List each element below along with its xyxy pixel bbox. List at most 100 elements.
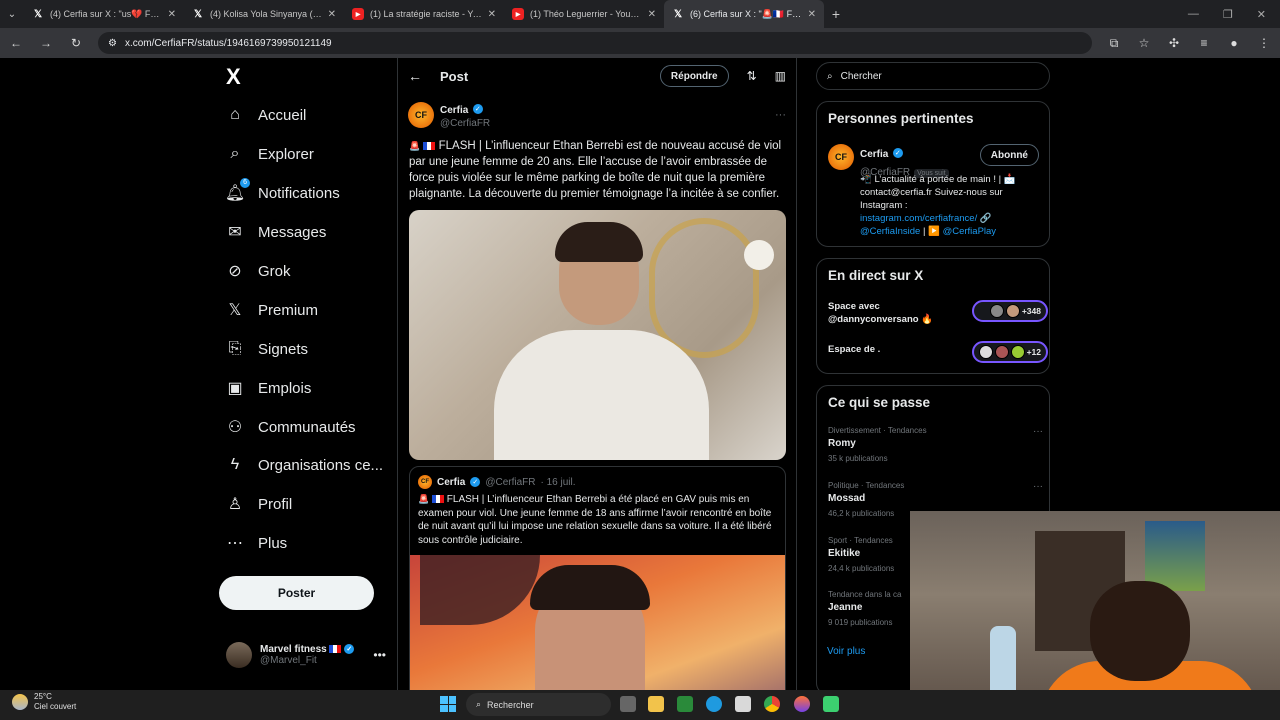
tweet-text: 🚨 FLASH | L’influenceur Ethan Berrebi es… [409, 138, 785, 202]
close-window-icon[interactable]: ✕ [1257, 8, 1266, 21]
cerfia-avatar[interactable]: CF [408, 101, 434, 128]
reply-button[interactable]: Répondre [659, 65, 729, 87]
post-button[interactable]: Poster [219, 576, 374, 610]
address-bar[interactable]: ⚙ x.com/CerfiaFR/status/1946169739950121… [98, 32, 1092, 54]
person-hair [530, 565, 650, 610]
minimize-icon[interactable]: — [1188, 8, 1199, 21]
author-name[interactable]: Cerfia [440, 105, 468, 116]
quote-image[interactable] [410, 555, 785, 690]
space-label: Space avec @dannyconversano 🔥 [828, 301, 934, 325]
nav-profile[interactable]: ♙ Profil [226, 495, 292, 514]
trend-count: 35 k publications [828, 454, 888, 463]
filter-icon[interactable]: ⇅ [747, 69, 757, 83]
close-tab-icon[interactable]: ✕ [488, 9, 496, 20]
edge-icon[interactable] [706, 696, 722, 712]
author-info: Cerfia ✓ @CerfiaFR [440, 100, 490, 129]
browser-tab[interactable]: 𝕏(4) Kolisa Yola Sinyanya (PhD) 🇿🇦✕ [184, 0, 344, 28]
nav-bookmarks[interactable]: ⎘ Signets [226, 340, 308, 358]
search-input[interactable]: Chercher [841, 71, 882, 82]
taskbar-search[interactable]: ⌕ Rechercher [466, 693, 611, 716]
listener-avatar [994, 345, 1009, 359]
more-icon[interactable]: ··· [1033, 481, 1043, 492]
bell-icon: 🔔︎ 6 [225, 178, 250, 202]
space-listeners-pill[interactable]: +348 [972, 300, 1048, 322]
close-tab-icon[interactable]: ✕ [648, 9, 656, 20]
following-button[interactable]: Abonné [979, 144, 1039, 166]
tweet-author: CF Cerfia ✓ @CerfiaFR ··· [408, 100, 786, 129]
close-tab-icon[interactable]: ✕ [808, 9, 816, 20]
browser-tab[interactable]: 𝕏(4) Cerfia sur X : "us💔 FLASH |✕ [24, 0, 184, 28]
listener-avatar [1010, 345, 1025, 359]
site-info-icon[interactable]: ⚙ [108, 38, 117, 49]
forward-icon[interactable]: → [38, 36, 54, 50]
nav-more[interactable]: ⋯ Plus [226, 534, 287, 553]
person-icon: ♙ [227, 496, 243, 513]
cerfiainside-link[interactable]: @CerfiaInside [860, 226, 920, 237]
windows-start-icon[interactable] [440, 696, 456, 712]
nav-grok[interactable]: ⊘ Grok [226, 262, 290, 281]
verified-icon: ✓ [470, 477, 481, 487]
task-view-icon[interactable] [620, 696, 636, 712]
firefox-icon[interactable] [794, 696, 810, 712]
star-icon[interactable]: ☆ [1136, 36, 1152, 50]
chrome-icon[interactable] [764, 696, 780, 712]
file-explorer-icon[interactable] [648, 696, 664, 712]
nav-communities[interactable]: ⚇ Communautés [226, 418, 356, 437]
weather-widget[interactable]: 25°C Ciel couvert [12, 692, 76, 712]
cerfiaplay-link[interactable]: @CerfiaPlay [943, 226, 996, 237]
account-name-row: Marvel fitness ✓ [260, 644, 355, 655]
quoted-tweet[interactable]: CF Cerfia ✓ @CerfiaFR · 16 juil. 🚨 FLASH… [409, 466, 786, 690]
maximize-icon[interactable]: ❐ [1223, 8, 1233, 21]
live-space-row[interactable]: Space avec @dannyconversano 🔥 +348 [828, 300, 1048, 326]
store-icon[interactable] [735, 696, 751, 712]
see-more-link[interactable]: Voir plus [827, 646, 865, 657]
reading-list-icon[interactable]: ≡ [1196, 36, 1212, 50]
quote-date: · 16 juil. [540, 476, 576, 488]
install-icon[interactable]: ⧉ [1106, 36, 1122, 51]
search-box[interactable]: ⌕ Chercher [816, 62, 1050, 90]
briefcase-icon: ▣ [227, 380, 243, 397]
app-icon[interactable] [823, 696, 839, 712]
tweet-video[interactable] [409, 210, 786, 460]
nvidia-icon[interactable] [677, 696, 693, 712]
reload-icon[interactable]: ↻ [68, 36, 84, 50]
author-handle[interactable]: @CerfiaFR [440, 118, 490, 129]
nav-organizations[interactable]: ϟ Organisations ce... [226, 456, 383, 474]
cerfia-avatar[interactable]: CF [828, 144, 854, 170]
more-icon[interactable]: ··· [775, 109, 786, 121]
more-circle-icon: ⋯ [227, 535, 243, 552]
bio-line1: L’actualité à portée de main ! | [874, 174, 1002, 185]
browser-tab[interactable]: ▶(1) La stratégie raciste - YouTub✕ [344, 0, 504, 28]
relevant-user-name[interactable]: Cerfia [860, 149, 888, 160]
tab-list-button[interactable]: ⌄ [0, 9, 24, 20]
close-tab-icon[interactable]: ✕ [328, 9, 336, 20]
live-space-row[interactable]: Espace de . +12 [828, 341, 1048, 363]
new-tab-button[interactable]: + [824, 6, 848, 22]
trend-item[interactable]: Divertissement · Tendances Romy 35 k pub… [828, 426, 1043, 463]
space-listeners-pill[interactable]: +12 [972, 341, 1048, 363]
close-tab-icon[interactable]: ✕ [168, 9, 176, 20]
account-switcher[interactable]: Marvel fitness ✓ @Marvel_Fit ••• [226, 642, 386, 668]
extensions-icon[interactable]: ✣ [1166, 36, 1182, 50]
back-arrow-icon[interactable]: ← [408, 68, 422, 84]
more-icon[interactable]: ··· [1033, 426, 1043, 437]
profile-icon[interactable]: ● [1226, 36, 1242, 50]
nav-notifications[interactable]: 🔔︎ 6 Notifications [225, 178, 340, 202]
browser-tab-active[interactable]: 𝕏(6) Cerfia sur X : "🚨🇫🇷 FLASH |✕ [664, 0, 824, 28]
x-logo-icon[interactable]: X [226, 64, 241, 90]
space-label: Espace de . [828, 344, 881, 355]
instagram-link[interactable]: instagram.com/cerfiafrance/ [860, 213, 977, 224]
reader-view-icon[interactable]: ▥ [775, 69, 786, 83]
bookmark-icon: ⎘ [228, 340, 242, 357]
menu-icon[interactable]: ⋮ [1256, 36, 1272, 50]
nav-home[interactable]: ⌂ Accueil [226, 106, 306, 124]
back-icon[interactable]: ← [8, 36, 24, 50]
home-icon: ⌂ [230, 106, 240, 123]
nav-explore[interactable]: ⌕ Explorer [226, 145, 314, 163]
more-icon[interactable]: ••• [373, 648, 386, 662]
browser-tab[interactable]: ▶ (1) Théo Leguerrier - YouTube ✕ [504, 0, 664, 28]
nav-premium[interactable]: 𝕏 Premium [226, 301, 318, 320]
nav-messages[interactable]: ✉ Messages [226, 223, 326, 242]
listener-avatar [989, 304, 1004, 318]
nav-jobs[interactable]: ▣ Emplois [226, 379, 311, 398]
